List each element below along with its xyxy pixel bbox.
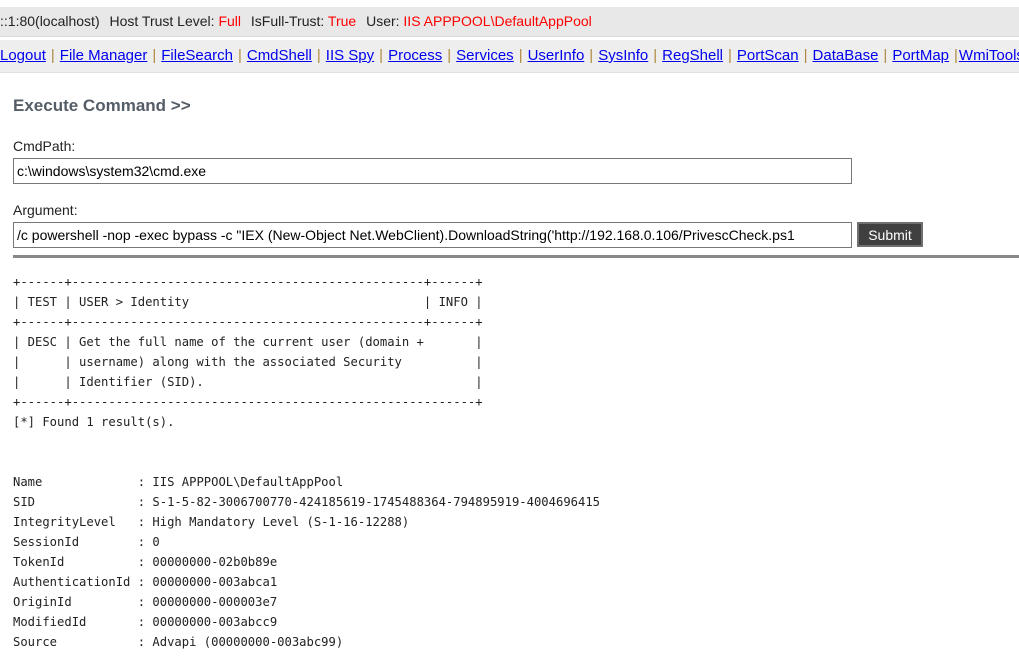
property-value: : IIS APPPOOL\DefaultAppPool [137, 475, 344, 489]
trust-level-value: Full [218, 13, 241, 29]
full-trust-value: True [327, 13, 357, 29]
table-line: | TEST | USER > Identity | INFO | [13, 295, 483, 309]
property-value: : 00000000-000003e7 [137, 595, 278, 609]
nav-separator: | [589, 47, 594, 64]
nav-link-logout[interactable]: Logout [0, 47, 46, 64]
property-value: : 00000000-003abcc9 [137, 615, 278, 629]
property-row: TokenId : 00000000-02b0b89e [13, 552, 600, 572]
nav-separator: | [518, 47, 523, 64]
property-key: OriginId [13, 595, 138, 609]
nav-separator: | [316, 47, 321, 64]
property-key: TokenId [13, 555, 138, 569]
nav-link-sysinfo[interactable]: SysInfo [598, 47, 648, 64]
table-line: +------+--------------------------------… [13, 275, 483, 289]
property-key: SessionId [13, 535, 138, 549]
cmdpath-label: CmdPath: [13, 138, 76, 154]
property-row: Source : Advapi (00000000-003abc99) [13, 632, 600, 652]
nav-link-wmitools[interactable]: WmiTools [959, 47, 1019, 64]
host-text: ::1:80(localhost) [0, 13, 100, 29]
user-label: User: [366, 13, 400, 29]
identity-properties: Name : IIS APPPOOL\DefaultAppPool SID : S… [13, 472, 600, 652]
property-row: AuthenticationId : 00000000-003abca1 [13, 572, 600, 592]
full-trust-label: IsFull-Trust: [250, 13, 325, 29]
nav-link-iis-spy[interactable]: IIS Spy [326, 47, 374, 64]
property-value: : 00000000-003abca1 [137, 575, 278, 589]
nav-separator: | [152, 47, 157, 64]
property-row: OriginId : 00000000-000003e7 [13, 592, 600, 612]
property-key: ModifiedId [13, 615, 138, 629]
property-row: IntegrityLevel : High Mandatory Level (S… [13, 512, 600, 532]
nav-link-cmdshell[interactable]: CmdShell [247, 47, 312, 64]
nav-link-process[interactable]: Process [388, 47, 442, 64]
result-table: +------+--------------------------------… [13, 272, 483, 412]
cmdpath-input[interactable] [13, 158, 852, 184]
property-value: : Advapi (00000000-003abc99) [137, 635, 344, 649]
property-value: : High Mandatory Level (S-1-16-12288) [137, 515, 410, 529]
table-line: | DESC | Get the full name of the curren… [13, 335, 483, 349]
nav-link-userinfo[interactable]: UserInfo [528, 47, 585, 64]
property-row: SessionId : 0 [13, 532, 600, 552]
property-key: Name [13, 475, 138, 489]
nav-link-portmap[interactable]: PortMap [892, 47, 949, 64]
argument-label: Argument: [13, 202, 78, 218]
nav-link-regshell[interactable]: RegShell [662, 47, 723, 64]
property-key: AuthenticationId [13, 575, 138, 589]
nav-link-filesearch[interactable]: FileSearch [161, 47, 233, 64]
page-title: Execute Command >> [13, 96, 191, 115]
nav-separator: | [883, 47, 888, 64]
property-row: SID : S-1-5-82-3006700770-424185619-1745… [13, 492, 600, 512]
property-key: SID [13, 495, 138, 509]
divider [13, 255, 1019, 258]
submit-button[interactable]: Submit [857, 222, 923, 247]
property-row: Name : IIS APPPOOL\DefaultAppPool [13, 472, 600, 492]
property-value: : 0 [137, 535, 160, 549]
nav-separator: | [728, 47, 732, 64]
table-line: | | username) along with the associated … [13, 355, 483, 369]
main-nav: Logout | File Manager | FileSearch | CmdShell |… [0, 40, 1019, 73]
property-value: : 00000000-02b0b89e [137, 555, 278, 569]
table-line: | | Identifier (SID). | [13, 375, 483, 389]
nav-separator: | [954, 47, 958, 64]
nav-separator: | [237, 47, 242, 64]
nav-separator: | [653, 47, 658, 64]
nav-link-file-manager[interactable]: File Manager [60, 47, 148, 64]
found-results-text: [*] Found 1 result(s). [13, 415, 175, 429]
nav-separator: | [50, 47, 55, 64]
nav-separator: | [803, 47, 808, 64]
trust-level-label: Host Trust Level: [109, 13, 215, 29]
property-value: : S-1-5-82-3006700770-424185619-17454883… [137, 495, 601, 509]
nav-link-database[interactable]: DataBase [813, 47, 879, 64]
table-line: +------+--------------------------------… [13, 395, 483, 409]
nav-link-services[interactable]: Services [456, 47, 514, 64]
table-line: +------+--------------------------------… [13, 315, 483, 329]
nav-link-portscan[interactable]: PortScan [737, 47, 799, 64]
argument-input[interactable] [13, 222, 852, 248]
status-header: ::1:80(localhost) Host Trust Level: Full… [0, 7, 1019, 37]
user-value: IIS APPPOOL\DefaultAppPool [403, 13, 592, 29]
property-key: Source [13, 635, 138, 649]
nav-separator: | [447, 47, 452, 64]
nav-separator: | [379, 47, 384, 64]
property-row: ModifiedId : 00000000-003abcc9 [13, 612, 600, 632]
property-key: IntegrityLevel [13, 515, 138, 529]
